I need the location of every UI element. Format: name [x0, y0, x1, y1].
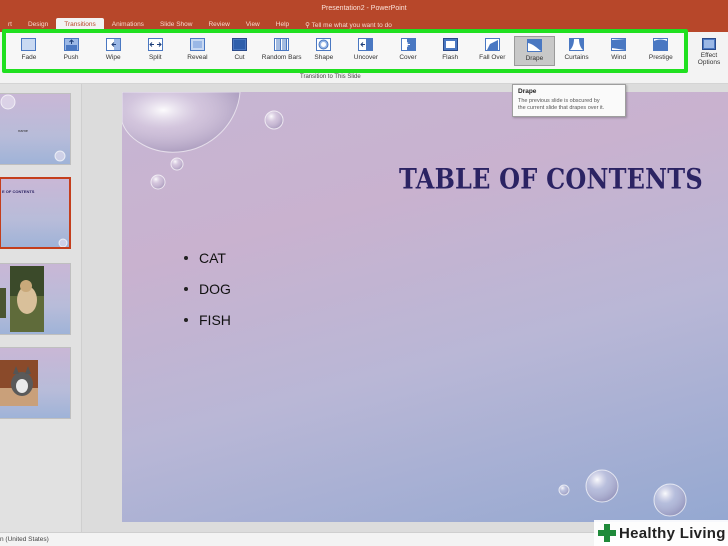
- transition-shape-button[interactable]: Shape: [303, 36, 345, 66]
- effect-options-icon: [702, 38, 716, 50]
- slide-title[interactable]: TABLE OF CONTENTS: [399, 162, 703, 195]
- status-language[interactable]: n (United States): [0, 536, 49, 543]
- bullet-list[interactable]: CAT DOG FISH: [184, 242, 231, 335]
- cat-photo: [0, 360, 38, 406]
- transition-label: Reveal: [187, 54, 208, 61]
- random-bars-icon: [274, 38, 290, 51]
- transition-push-button[interactable]: Push: [50, 36, 92, 66]
- bullet-dot: [184, 317, 188, 322]
- transition-wind-button[interactable]: Wind: [598, 36, 640, 66]
- transition-wipe-button[interactable]: Wipe: [92, 36, 134, 66]
- fade-icon: [21, 38, 37, 51]
- slide-editor: TABLE OF CONTENTS CAT DOG FISH: [82, 84, 728, 532]
- transition-random-bars-button[interactable]: Random Bars: [261, 36, 303, 66]
- cut-icon: [232, 38, 248, 51]
- transition-label: Curtains: [564, 54, 589, 61]
- dog-photo: [10, 266, 44, 332]
- transition-uncover-button[interactable]: Uncover: [345, 36, 387, 66]
- bullet-item: FISH: [184, 304, 231, 335]
- watermark: Healthy Living: [594, 520, 728, 546]
- transition-label: Random Bars: [261, 54, 302, 61]
- transition-label: Split: [148, 54, 162, 61]
- title-bar: Presentation2 - PowerPoint rt Design Tra…: [0, 0, 728, 32]
- ribbon: Fade Push Wipe Split Reveal Cut Random Bars Sha…: [0, 29, 728, 84]
- lightbulb-icon: ⚲: [305, 22, 310, 29]
- transition-cut-button[interactable]: Cut: [219, 36, 261, 66]
- tell-me-text: Tell me what you want to do: [311, 22, 392, 29]
- slide-thumbnail-1[interactable]: name: [0, 93, 71, 165]
- transition-label: Drape: [525, 55, 544, 62]
- bullet-item: CAT: [184, 242, 231, 273]
- wind-icon: [611, 38, 627, 51]
- reveal-icon: [189, 38, 205, 51]
- curtains-icon: [569, 38, 585, 51]
- current-slide[interactable]: TABLE OF CONTENTS CAT DOG FISH: [122, 92, 728, 522]
- effect-options-label-2: Options: [697, 59, 721, 66]
- transition-cover-button[interactable]: Cover: [387, 36, 429, 66]
- push-icon: [63, 38, 79, 51]
- bullet-dot: [184, 286, 188, 291]
- transition-label: Wind: [611, 54, 627, 61]
- uncover-icon: [358, 38, 374, 51]
- bullet-dot: [184, 255, 188, 260]
- transition-label: Cut: [234, 54, 245, 61]
- transition-fall-over-button[interactable]: Fall Over: [471, 36, 513, 66]
- slide-thumbnail-pane: name E OF CONTENTS: [0, 84, 82, 532]
- fall-over-icon: [484, 38, 500, 51]
- thumbnail-title: name: [18, 128, 29, 133]
- transition-label: Flash: [442, 54, 459, 61]
- transition-curtains-button[interactable]: Curtains: [556, 36, 598, 66]
- slide-thumbnail-3[interactable]: [0, 263, 71, 335]
- watermark-text: Healthy Living: [619, 524, 726, 542]
- group-label: Transition to This Slide: [300, 74, 361, 80]
- transition-label: Prestige: [648, 54, 673, 61]
- thumbnail-title: E OF CONTENTS: [2, 189, 35, 194]
- drape-tooltip: Drape The previous slide is obscured by …: [512, 84, 626, 117]
- slide-thumbnail-2[interactable]: E OF CONTENTS: [0, 177, 71, 249]
- transition-prestige-button[interactable]: Prestige: [640, 36, 682, 66]
- shape-icon: [316, 38, 332, 51]
- transition-drape-button[interactable]: Drape: [513, 36, 556, 66]
- tooltip-body-2: the current slide that drapes over it.: [518, 105, 605, 111]
- bullet-text: DOG: [199, 280, 231, 297]
- transition-fade-button[interactable]: Fade: [8, 36, 50, 66]
- flash-icon: [442, 38, 458, 51]
- effect-options-button[interactable]: Effect Options: [692, 38, 726, 74]
- transition-label: Fade: [21, 54, 37, 61]
- transition-gallery: Fade Push Wipe Split Reveal Cut Random Bars Sha…: [2, 29, 688, 73]
- transition-label: Wipe: [105, 54, 121, 61]
- split-icon: [147, 38, 163, 51]
- transition-flash-button[interactable]: Flash: [429, 36, 471, 66]
- cover-icon: [400, 38, 416, 51]
- bullet-item: DOG: [184, 273, 231, 304]
- wipe-icon: [105, 38, 121, 51]
- photo-edge: [0, 288, 6, 318]
- transition-reveal-button[interactable]: Reveal: [177, 36, 219, 66]
- tooltip-body-1: The previous slide is obscured by: [518, 98, 600, 104]
- effect-options-label-1: Effect: [700, 52, 718, 59]
- window-title: Presentation2 - PowerPoint: [321, 5, 407, 12]
- transition-split-button[interactable]: Split: [134, 36, 176, 66]
- plus-logo-icon: [598, 524, 616, 542]
- transition-label: Cover: [399, 54, 417, 61]
- prestige-icon: [653, 38, 669, 51]
- tooltip-title: Drape: [518, 88, 537, 95]
- transition-label: Fall Over: [479, 54, 506, 61]
- transition-label: Push: [63, 54, 79, 61]
- slide-thumbnail-4[interactable]: [0, 347, 71, 419]
- transition-label: Shape: [314, 54, 334, 61]
- bullet-text: CAT: [199, 249, 226, 266]
- bullet-text: FISH: [199, 311, 231, 328]
- transition-label: Uncover: [353, 54, 379, 61]
- drape-icon: [526, 39, 542, 52]
